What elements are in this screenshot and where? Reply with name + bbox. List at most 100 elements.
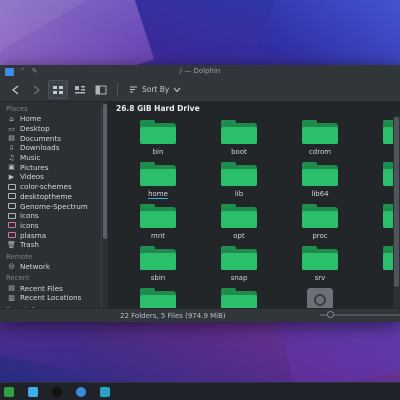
- status-text: 22 Folders, 5 Files (974.9 MiB): [120, 311, 226, 320]
- item-label: mnt: [151, 232, 165, 240]
- toolbar: Sort By: [0, 78, 400, 102]
- window-title: / — Dolphin: [179, 67, 221, 75]
- folder-item[interactable]: lib: [209, 162, 269, 198]
- folder-icon: [221, 162, 257, 186]
- compact-view-icon: [75, 85, 85, 93]
- store-taskbar-icon[interactable]: [100, 386, 110, 397]
- folder-icon: [7, 183, 16, 190]
- folder-item[interactable]: [128, 288, 188, 309]
- arrow-right-icon: [33, 85, 40, 94]
- file-view[interactable]: 26.8 GiB Hard Drive bin boot cdrom home lib l…: [108, 102, 400, 309]
- places-item[interactable]: ♫ Music: [0, 153, 108, 163]
- sort-icon: [130, 86, 137, 93]
- folder-pink-icon: [7, 232, 16, 239]
- back-button[interactable]: [6, 81, 24, 98]
- folder-icon: [221, 288, 257, 309]
- folder-item[interactable]: mnt: [128, 204, 188, 240]
- recent-locations-icon: ▥: [8, 293, 15, 302]
- title-bar[interactable]: ⌃ ✎ / — Dolphin: [0, 65, 400, 78]
- places-item[interactable]: ▥ Recent Locations: [0, 293, 108, 303]
- places-scrollbar[interactable]: [101, 102, 108, 309]
- sort-by-button[interactable]: Sort By: [125, 85, 185, 94]
- file-item[interactable]: [290, 288, 350, 309]
- zoom-slider[interactable]: [320, 311, 400, 318]
- places-item[interactable]: Genome-Spectrum: [0, 201, 108, 211]
- folder-item[interactable]: proc: [290, 204, 350, 240]
- folder-item[interactable]: sbin: [128, 246, 188, 282]
- folder-icon: [302, 120, 338, 144]
- item-label: cdrom: [308, 148, 332, 156]
- home-icon: ⌂: [9, 114, 14, 123]
- file-view-scrollbar[interactable]: [393, 116, 400, 309]
- places-item-label: Recent Locations: [20, 293, 82, 303]
- places-item-label: icons: [20, 220, 39, 230]
- places-item[interactable]: ⇩ Downloads: [0, 143, 108, 153]
- dolphin-window: ⌃ ✎ / — Dolphin Sort By Places ⌂ Home ▭ Desk…: [0, 65, 400, 322]
- app-launcher-icon[interactable]: [4, 386, 14, 397]
- folder-icon: [7, 212, 16, 219]
- zoom-slider-handle[interactable]: [327, 311, 334, 318]
- places-item-label: plasma: [20, 230, 47, 240]
- places-item[interactable]: ▣ Pictures: [0, 162, 108, 172]
- taskbar: [0, 382, 400, 400]
- folder-item[interactable]: snap: [209, 246, 269, 282]
- folder-icon: [140, 162, 176, 186]
- item-label: lib: [234, 190, 244, 198]
- folder-icon: [140, 204, 176, 228]
- folder-icon: [302, 204, 338, 228]
- browser-taskbar-icon[interactable]: [76, 386, 86, 397]
- pictures-icon: ▣: [8, 163, 15, 172]
- places-item[interactable]: ▤ Documents: [0, 133, 108, 143]
- folder-pink-icon: [7, 222, 16, 229]
- folder-item[interactable]: srv: [290, 246, 350, 282]
- sort-by-label: Sort By: [142, 85, 170, 94]
- downloads-icon: ⇩: [8, 143, 15, 152]
- icons-view-button[interactable]: [48, 80, 68, 99]
- places-item[interactable]: icons: [0, 211, 108, 221]
- places-section-header: Recent: [6, 274, 30, 283]
- places-item[interactable]: ▶ Videos: [0, 172, 108, 182]
- documents-icon: ▤: [8, 134, 15, 143]
- places-item-label: desktoptheme: [20, 191, 72, 201]
- places-item[interactable]: icons: [0, 221, 108, 231]
- places-panel: Places ⌂ Home ▭ Desktop ▤ Documents ⇩ Downloads ♫…: [0, 102, 108, 309]
- folder-icon: [140, 246, 176, 270]
- folder-item[interactable]: cdrom: [290, 120, 350, 156]
- folder-item[interactable]: bin: [128, 120, 188, 156]
- places-item[interactable]: ◎ Network: [0, 262, 108, 272]
- folder-icon: [221, 246, 257, 270]
- compact-view-button[interactable]: [71, 81, 89, 98]
- item-label: home: [148, 190, 168, 198]
- places-item-label: Genome-Spectrum: [20, 201, 88, 211]
- forward-button[interactable]: [27, 81, 45, 98]
- trash-icon: 🗑: [7, 240, 16, 249]
- item-label: bin: [152, 148, 164, 156]
- places-item[interactable]: ▤ Recent Files: [0, 283, 108, 293]
- folder-item[interactable]: lib64: [290, 162, 350, 198]
- places-item[interactable]: ▭ Desktop: [0, 124, 108, 134]
- terminal-taskbar-icon[interactable]: [52, 386, 62, 397]
- folder-item[interactable]: [209, 288, 269, 309]
- drive-heading: 26.8 GiB Hard Drive: [116, 104, 200, 113]
- places-item[interactable]: color-schemes: [0, 182, 108, 192]
- folder-item[interactable]: boot: [209, 120, 269, 156]
- item-label: srv: [314, 274, 326, 282]
- folder-item[interactable]: home: [128, 162, 188, 198]
- dolphin-taskbar-icon[interactable]: [28, 386, 38, 397]
- folder-icon: [302, 246, 338, 270]
- places-item-label: Videos: [20, 172, 44, 182]
- item-label: boot: [231, 148, 247, 156]
- places-item[interactable]: 🗑 Trash: [0, 240, 108, 250]
- folder-item[interactable]: opt: [209, 204, 269, 240]
- places-item-label: color-schemes: [20, 182, 72, 192]
- icons-view-icon: [53, 85, 63, 94]
- places-item[interactable]: ⌂ Home: [0, 114, 108, 124]
- places-item[interactable]: plasma: [0, 230, 108, 240]
- videos-icon: ▶: [8, 172, 15, 181]
- places-section-header: Places: [6, 105, 28, 113]
- places-item-label: Desktop: [20, 124, 50, 134]
- details-view-icon: [95, 85, 107, 94]
- places-item-label: Home: [20, 114, 42, 124]
- places-item[interactable]: desktoptheme: [0, 192, 108, 202]
- details-view-button[interactable]: [92, 81, 110, 98]
